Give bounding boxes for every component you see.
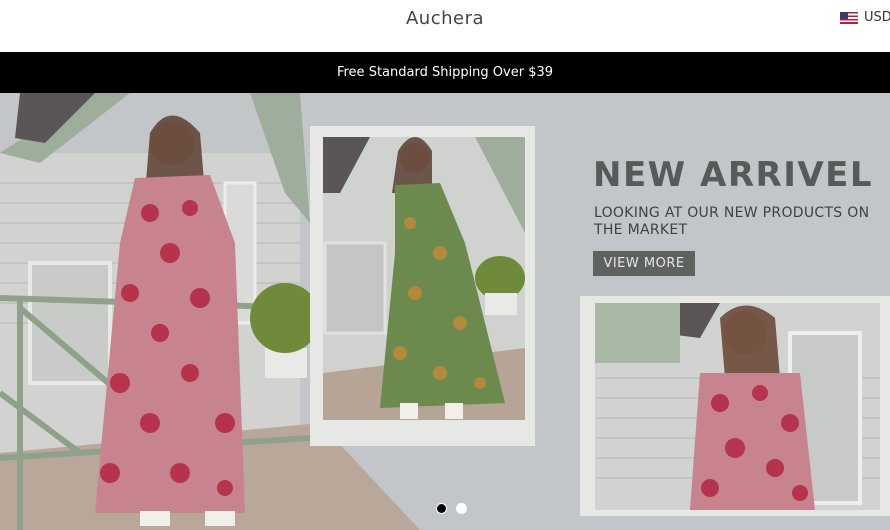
carousel-dot-1[interactable] <box>436 503 447 514</box>
announcement-bar: Free Standard Shipping Over $39 <box>0 52 890 93</box>
hero-headline: NEW ARRIVEL <box>593 155 874 195</box>
us-flag-icon <box>840 11 858 24</box>
currency-code: USD <box>864 10 890 25</box>
hero-banner[interactable]: NEW ARRIVEL LOOKING AT OUR NEW PRODUCTS … <box>0 93 890 530</box>
view-more-button[interactable]: VIEW MORE <box>593 251 695 276</box>
carousel-dots <box>436 503 467 514</box>
brand-logo[interactable]: Auchera <box>0 8 890 29</box>
photo-frame-back-view <box>580 296 890 516</box>
hero-subline: LOOKING AT OUR NEW PRODUCTS ON THE MARKE… <box>594 205 870 238</box>
announcement-text: Free Standard Shipping Over $39 <box>336 65 554 80</box>
carousel-dot-2[interactable] <box>456 503 467 514</box>
currency-selector[interactable]: USD <box>840 10 890 25</box>
site-header: Auchera USD <box>0 0 890 52</box>
photo-frame-green-dress <box>310 126 535 446</box>
